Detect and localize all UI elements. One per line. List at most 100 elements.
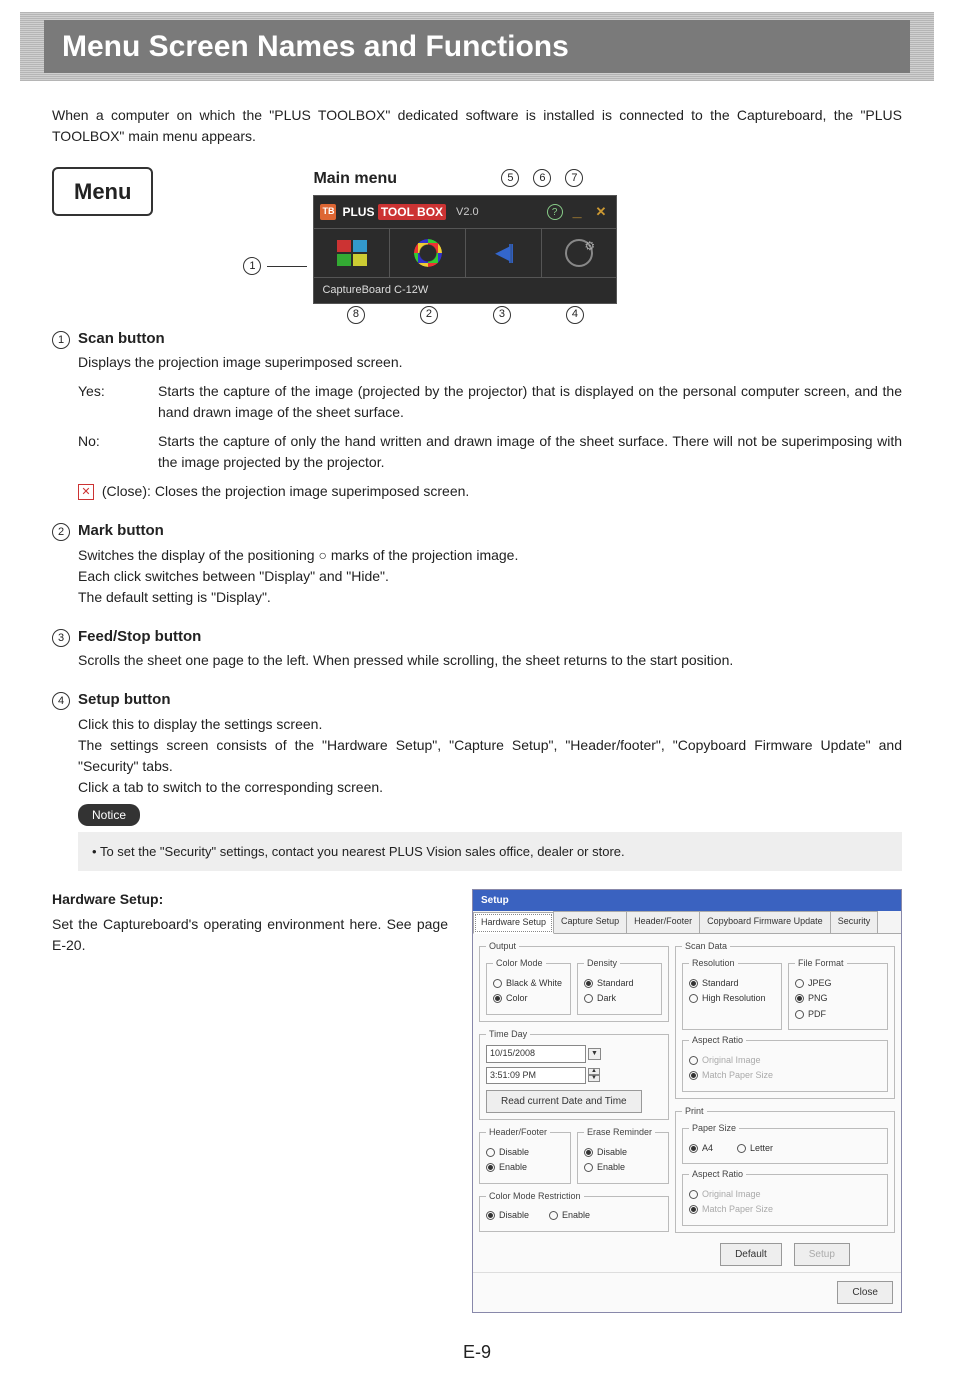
callout-8: 8 bbox=[347, 306, 365, 324]
hw-title: Hardware Setup: bbox=[52, 889, 448, 910]
tabstrip: Hardware Setup Capture Setup Header/Foot… bbox=[473, 911, 901, 934]
radio-pa-match[interactable] bbox=[689, 1205, 698, 1214]
fieldset-density: Density Standard Dark bbox=[577, 957, 662, 1015]
menu-row: Menu Main menu 5 6 7 1 TB PLUS TOOL BOX bbox=[52, 167, 902, 304]
tab-header-footer[interactable]: Header/Footer bbox=[626, 911, 700, 933]
no-text: Starts the capture of only the hand writ… bbox=[158, 431, 902, 473]
notice-pill: Notice bbox=[78, 804, 140, 826]
section-num-3: 3 bbox=[52, 629, 70, 647]
legend-density: Density bbox=[584, 957, 620, 971]
close-text: Closes the projection image superimposed… bbox=[155, 481, 902, 502]
status-bar: CaptureBoard C-12W bbox=[314, 278, 616, 303]
label-cr-disable: Disable bbox=[499, 1209, 529, 1223]
radio-bw[interactable] bbox=[493, 979, 502, 988]
minimize-icon[interactable]: _ bbox=[569, 200, 586, 224]
label-res-high: High Resolution bbox=[702, 992, 766, 1006]
radio-png[interactable] bbox=[795, 994, 804, 1003]
radio-cr-enable[interactable] bbox=[549, 1211, 558, 1220]
radio-jpeg[interactable] bbox=[795, 979, 804, 988]
legend-paper-size: Paper Size bbox=[689, 1122, 739, 1136]
input-date[interactable]: 10/15/2008 bbox=[486, 1045, 586, 1063]
close-label: (Close): bbox=[102, 483, 151, 499]
radio-cr-disable[interactable] bbox=[486, 1211, 495, 1220]
read-date-button[interactable]: Read current Date and Time bbox=[486, 1090, 642, 1113]
section-body-3: Scrolls the sheet one page to the left. … bbox=[78, 650, 902, 671]
section-title-2: Mark button bbox=[78, 520, 164, 543]
radio-pa-orig[interactable] bbox=[689, 1190, 698, 1199]
app-version: V2.0 bbox=[456, 204, 479, 221]
legend-time-day: Time Day bbox=[486, 1028, 530, 1042]
fieldset-header-footer: Header/Footer Disable Enable bbox=[479, 1126, 571, 1184]
time-up-icon[interactable]: ▲ bbox=[588, 1068, 600, 1075]
yes-text: Starts the capture of the image (project… bbox=[158, 381, 902, 423]
feed-button[interactable]: ◀|| bbox=[466, 229, 542, 277]
radio-pdf[interactable] bbox=[795, 1010, 804, 1019]
section-lead-1: Displays the projection image superimpos… bbox=[78, 352, 902, 373]
label-res-standard: Standard bbox=[702, 977, 739, 991]
page-number: E-9 bbox=[0, 1339, 954, 1366]
feed-icon: ◀|| bbox=[495, 238, 512, 268]
fieldset-scan-data: Scan Data Resolution Standard High Resol… bbox=[675, 940, 895, 1099]
dialog-right-col: Scan Data Resolution Standard High Resol… bbox=[675, 940, 895, 1266]
section-body-2: Switches the display of the positioning … bbox=[78, 545, 902, 608]
label-a4: A4 bbox=[702, 1142, 713, 1156]
label-dark: Dark bbox=[597, 992, 616, 1006]
time-down-icon[interactable]: ▼ bbox=[588, 1075, 600, 1082]
radio-dark[interactable] bbox=[584, 994, 593, 1003]
legend-resolution: Resolution bbox=[689, 957, 738, 971]
input-time[interactable]: 3:51:09 PM bbox=[486, 1067, 586, 1085]
brand-plus: PLUS bbox=[342, 205, 374, 219]
callout-4: 4 bbox=[566, 306, 584, 324]
radio-res-standard[interactable] bbox=[689, 979, 698, 988]
label-color: Color bbox=[506, 992, 528, 1006]
callout-6: 6 bbox=[533, 169, 551, 187]
radio-sa-match[interactable] bbox=[689, 1071, 698, 1080]
tab-hardware[interactable]: Hardware Setup bbox=[473, 912, 554, 934]
radio-letter[interactable] bbox=[737, 1144, 746, 1153]
legend-color-mode: Color Mode bbox=[493, 957, 546, 971]
radio-color[interactable] bbox=[493, 994, 502, 1003]
page-title: Menu Screen Names and Functions bbox=[44, 20, 910, 73]
scan-button[interactable] bbox=[314, 229, 390, 277]
legend-file-format: File Format bbox=[795, 957, 847, 971]
tab-firmware[interactable]: Copyboard Firmware Update bbox=[699, 911, 831, 933]
close-x-icon: ✕ bbox=[78, 484, 94, 500]
yes-row: Yes: Starts the capture of the image (pr… bbox=[78, 381, 902, 423]
label-er-disable: Disable bbox=[597, 1146, 627, 1160]
tab-capture[interactable]: Capture Setup bbox=[553, 911, 627, 933]
close-button[interactable]: Close bbox=[837, 1281, 893, 1304]
radio-a4[interactable] bbox=[689, 1144, 698, 1153]
radio-standard-density[interactable] bbox=[584, 979, 593, 988]
fieldset-resolution: Resolution Standard High Resolution bbox=[682, 957, 782, 1030]
radio-hf-enable[interactable] bbox=[486, 1163, 495, 1172]
date-dropdown-icon[interactable]: ▼ bbox=[588, 1048, 601, 1061]
notice-box: • To set the "Security" settings, contac… bbox=[78, 832, 902, 872]
callout-left: 1 bbox=[243, 257, 307, 275]
radio-hf-disable[interactable] bbox=[486, 1148, 495, 1157]
label-sa-match: Match Paper Size bbox=[702, 1069, 773, 1083]
label-pdf: PDF bbox=[808, 1008, 826, 1022]
radio-sa-orig[interactable] bbox=[689, 1056, 698, 1065]
help-icon[interactable]: ? bbox=[547, 204, 563, 220]
legend-print: Print bbox=[682, 1105, 707, 1119]
radio-er-enable[interactable] bbox=[584, 1163, 593, 1172]
label-jpeg: JPEG bbox=[808, 977, 832, 991]
radio-er-disable[interactable] bbox=[584, 1148, 593, 1157]
yes-label: Yes: bbox=[78, 381, 158, 423]
radio-res-high[interactable] bbox=[689, 994, 698, 1003]
fieldset-paper-size: Paper Size A4 Letter bbox=[682, 1122, 888, 1164]
legend-print-aspect: Aspect Ratio bbox=[689, 1168, 746, 1182]
main-menu-block: Main menu 5 6 7 1 TB PLUS TOOL BOX V2.0 bbox=[313, 167, 617, 304]
tab-security[interactable]: Security bbox=[830, 911, 879, 933]
setup-apply-button[interactable]: Setup bbox=[794, 1243, 850, 1266]
mark-button[interactable] bbox=[390, 229, 466, 277]
scan-icon bbox=[337, 240, 367, 266]
label-cr-enable: Enable bbox=[562, 1209, 590, 1223]
callout-2: 2 bbox=[420, 306, 438, 324]
setup-button[interactable] bbox=[542, 229, 617, 277]
setup-dialog: Setup Hardware Setup Capture Setup Heade… bbox=[472, 889, 902, 1313]
default-button[interactable]: Default bbox=[720, 1243, 782, 1266]
callout-7: 7 bbox=[565, 169, 583, 187]
section-mark: 2 Mark button Switches the display of th… bbox=[52, 520, 902, 608]
close-icon[interactable]: ✕ bbox=[592, 202, 611, 222]
